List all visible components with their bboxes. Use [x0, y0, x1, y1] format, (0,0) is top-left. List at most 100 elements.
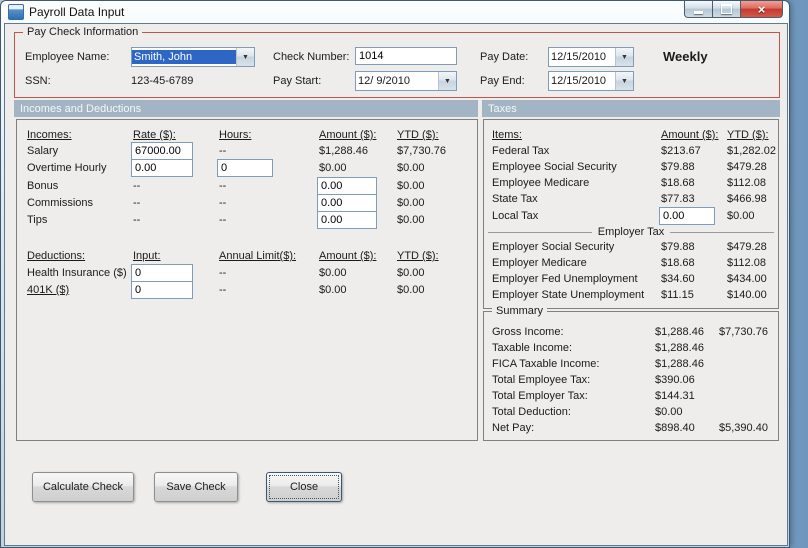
check-number-input[interactable] [355, 47, 457, 65]
income-row-overtime: Overtime Hourly $0.00 $0.00 [17, 159, 477, 179]
ytd-column-header: YTD ($): [397, 129, 439, 141]
deduction-name: 401K ($) [27, 284, 70, 296]
income-amount: $1,288.46 [319, 145, 368, 157]
minimize-icon [694, 11, 703, 14]
deduction-row-401k: 401K ($) -- $0.00 $0.00 [17, 281, 477, 301]
divider-line [670, 231, 774, 233]
tax-name: Federal Tax [492, 145, 550, 157]
window-title: Payroll Data Input [29, 5, 125, 19]
tax-name: Employer Social Security [492, 241, 615, 253]
taxes-panel: Items: Amount ($): YTD ($): Federal Tax … [483, 119, 779, 309]
tax-amount: $77.83 [661, 193, 695, 205]
tax-ytd: $112.08 [727, 177, 766, 189]
bonus-amount-input[interactable] [317, 177, 377, 195]
summary-amount: $898.40 [655, 422, 695, 434]
tax-name: State Tax [492, 193, 538, 205]
tax-amount: $34.60 [661, 273, 695, 285]
titlebar[interactable]: Payroll Data Input × [1, 1, 789, 23]
employee-name-dropdown-button[interactable]: ▼ [236, 48, 254, 66]
local-tax-input[interactable] [659, 207, 715, 225]
health-insurance-input[interactable] [131, 264, 193, 282]
income-rate: -- [133, 180, 141, 192]
pay-end-picker[interactable]: 12/15/2010 ▼ [548, 71, 634, 91]
tax-row-employer-fed-unemployment: Employer Fed Unemployment $34.60 $434.00 [484, 273, 778, 290]
tax-amount: $79.88 [661, 161, 695, 173]
app-window: Payroll Data Input × Pay Check Informati… [0, 0, 790, 548]
amount-column-header: Amount ($): [319, 250, 377, 262]
tax-name: Employer State Unemployment [492, 289, 645, 301]
section-header-incomes-deductions: Incomes and Deductions [14, 100, 478, 117]
summary-name: Total Employer Tax: [492, 390, 588, 402]
pay-date-picker[interactable]: 12/15/2010 ▼ [548, 47, 634, 67]
maximize-icon [721, 4, 732, 14]
summary-row-total-deduction: Total Deduction: $0.00 [484, 406, 778, 423]
summary-name: FICA Taxable Income: [492, 358, 600, 370]
summary-amount: $144.31 [655, 390, 695, 402]
amount-column-header: Amount ($): [661, 129, 719, 141]
summary-ytd: $5,390.40 [719, 422, 768, 434]
tax-ytd: $434.00 [727, 273, 767, 285]
deduction-annual-limit: -- [219, 267, 227, 279]
overtime-rate-input[interactable] [131, 159, 193, 177]
tax-row-employee-medicare: Employee Medicare $18.68 $112.08 [484, 177, 778, 194]
hours-column-header: Hours: [219, 129, 252, 141]
tax-name: Employee Medicare [492, 177, 590, 189]
tax-ytd: $112.08 [727, 257, 766, 269]
summary-row-total-employee-tax: Total Employee Tax: $390.06 [484, 374, 778, 391]
incomes-column-header: Incomes: [27, 129, 72, 141]
minimize-button[interactable] [684, 1, 713, 18]
ssn-label: SSN: [25, 75, 51, 87]
summary-amount: $0.00 [655, 406, 683, 418]
summary-row-total-employer-tax: Total Employer Tax: $144.31 [484, 390, 778, 407]
tips-amount-input[interactable] [317, 211, 377, 229]
overtime-hours-input[interactable] [217, 159, 273, 177]
app-icon [8, 4, 24, 20]
ssn-value: 123-45-6789 [131, 75, 194, 87]
tax-amount: $11.15 [661, 289, 694, 301]
tax-row-employer-medicare: Employer Medicare $18.68 $112.08 [484, 257, 778, 274]
employee-name-combo[interactable]: Smith, John ▼ [131, 47, 255, 67]
tax-ytd: $479.28 [727, 161, 767, 173]
tax-row-employee-ss: Employee Social Security $79.88 $479.28 [484, 161, 778, 178]
income-name: Bonus [27, 180, 59, 192]
deduction-ytd: $0.00 [397, 267, 425, 279]
pay-frequency-label: Weekly [663, 49, 708, 64]
annual-limit-column-header: Annual Limit($): [219, 250, 297, 262]
pay-date-dropdown-button[interactable]: ▼ [615, 48, 633, 66]
close-button[interactable]: × [741, 1, 783, 18]
pay-start-dropdown-button[interactable]: ▼ [438, 72, 456, 90]
salary-rate-input[interactable] [131, 142, 193, 160]
tax-ytd: $140.00 [727, 289, 767, 301]
save-check-button[interactable]: Save Check [154, 472, 238, 502]
tax-row-state: State Tax $77.83 $466.98 [484, 193, 778, 210]
income-name: Salary [27, 145, 59, 157]
chevron-down-icon: ▼ [621, 77, 628, 85]
income-hours: -- [219, 214, 227, 226]
summary-panel: Summary Gross Income: $1,288.46 $7,730.7… [483, 305, 779, 441]
summary-name: Gross Income: [492, 326, 564, 338]
income-ytd: $7,730.76 [397, 145, 446, 157]
commissions-amount-input[interactable] [317, 194, 377, 212]
income-name: Overtime Hourly [27, 162, 107, 174]
pay-start-picker[interactable]: 12/ 9/2010 ▼ [355, 71, 457, 91]
chevron-down-icon: ▼ [444, 77, 451, 85]
items-column-header: Items: [492, 129, 522, 141]
calculate-check-button[interactable]: Calculate Check [32, 472, 134, 502]
tax-row-federal: Federal Tax $213.67 $1,282.02 [484, 145, 778, 162]
tax-amount: $18.68 [661, 257, 695, 269]
401k-input[interactable] [131, 281, 193, 299]
divider-line [488, 231, 592, 233]
tax-ytd: $479.28 [727, 241, 767, 253]
section-header-taxes: Taxes [482, 100, 780, 117]
tax-ytd: $466.98 [727, 193, 767, 205]
maximize-button[interactable] [713, 1, 741, 18]
deduction-amount: $0.00 [319, 267, 347, 279]
taxes-header-row: Items: Amount ($): YTD ($): [484, 129, 778, 146]
deduction-annual-limit: -- [219, 284, 227, 296]
close-check-button[interactable]: Close [266, 472, 342, 502]
pay-end-dropdown-button[interactable]: ▼ [615, 72, 633, 90]
income-rate: -- [133, 214, 141, 226]
pay-date-value: 12/15/2010 [551, 51, 607, 63]
tax-name: Local Tax [492, 210, 539, 222]
income-hours: -- [219, 180, 227, 192]
